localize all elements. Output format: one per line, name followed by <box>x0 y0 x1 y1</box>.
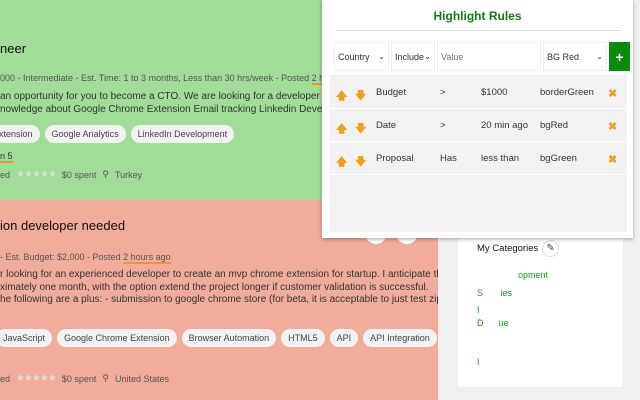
arrow-down-icon[interactable]: 🡇 <box>355 120 366 139</box>
rule-row: 🡅 🡇 Date > 20 min ago bgRed ✖ <box>330 110 627 142</box>
job-description: r looking for an experienced developer t… <box>0 269 438 307</box>
field-value: Country <box>338 51 370 62</box>
rule-field: Date <box>376 120 397 131</box>
client-spent: $0 spent <box>61 373 97 384</box>
client-info: ed ★★★★★ $0 spent ⚲ United States <box>0 373 169 384</box>
job-description: an opportunity for you to become a CTO. … <box>0 91 358 116</box>
desc-line: an opportunity for you to become a CTO. … <box>0 91 354 102</box>
chevron-down-icon: ⌄ <box>378 52 385 61</box>
rule-field: Budget <box>376 87 407 98</box>
skill-tag[interactable]: HTML5 <box>281 329 325 347</box>
client-location: Turkey <box>114 169 143 180</box>
proposals-count: n 5 <box>0 151 13 163</box>
categories-panel: My Categories ✎ opment S ies I D ue I <box>458 220 623 387</box>
style-value: BG Red <box>547 51 580 62</box>
rule-row: 🡅 🡇 Budget > $1000 borderGreen ✖ <box>330 77 627 109</box>
desc-line: ximately one month, with the option exte… <box>0 281 429 293</box>
job-title[interactable]: ion developer needed <box>0 218 125 233</box>
rule-style: bgRed <box>540 120 568 131</box>
rule-value: $1000 <box>481 87 508 98</box>
arrow-up-icon[interactable]: 🡅 <box>336 87 347 106</box>
skill-tag[interactable]: Google Analytics <box>44 125 126 143</box>
highlight-rules-popup: Highlight Rules Country⌄ Include⌄ BG Red… <box>322 0 633 238</box>
category-link[interactable]: opment <box>518 270 548 280</box>
location-pin-icon: ⚲ <box>102 169 109 179</box>
category-link[interactable]: I <box>477 357 480 367</box>
category-link[interactable]: I <box>477 305 480 315</box>
skill-tag[interactable]: JavaScript <box>0 329 53 347</box>
meta-text: - Est. Budget: $2,000 - Posted <box>0 252 124 262</box>
value-input[interactable] <box>437 42 541 71</box>
pencil-icon[interactable]: ✎ <box>542 240 560 257</box>
skill-tag[interactable]: API Integration <box>363 329 437 347</box>
delete-icon[interactable]: ✖ <box>608 153 617 166</box>
client-info: ed ★★★★★ $0 spent ⚲ Turkey <box>0 169 142 180</box>
arrow-up-icon[interactable]: 🡅 <box>336 153 347 172</box>
categories-header: My Categories ✎ <box>477 240 560 257</box>
payment-verified: ed <box>0 373 11 384</box>
chevron-down-icon: ⌄ <box>596 52 603 61</box>
rule-value: 20 min ago <box>481 120 529 131</box>
style-select[interactable]: BG Red ⌄ <box>543 42 607 71</box>
proposals: n 5 <box>0 151 13 163</box>
skill-tag[interactable]: LinkedIn Development <box>130 125 235 143</box>
arrow-down-icon[interactable]: 🡇 <box>355 87 366 106</box>
skill-tag[interactable]: Browser Automation <box>181 329 277 347</box>
desc-line: nowledge about Google Chrome Extension E… <box>0 103 358 115</box>
delete-icon[interactable]: ✖ <box>608 120 617 133</box>
arrow-up-icon[interactable]: 🡅 <box>336 120 347 139</box>
arrow-down-icon[interactable]: 🡇 <box>355 153 366 172</box>
rule-style: bgGreen <box>540 153 577 164</box>
rule-row: 🡅 🡇 Proposal Has less than bgGreen ✖ <box>330 143 627 175</box>
rule-form: Country⌄ Include⌄ BG Red⌄ + <box>334 42 630 71</box>
popup-title: Highlight Rules <box>433 9 522 23</box>
meta-text: 000 - Intermediate - Est. Time: 1 to 3 m… <box>0 73 312 83</box>
chevron-down-icon: ⌄ <box>424 52 431 61</box>
job-meta: - Est. Budget: $2,000 - Posted 2 hours a… <box>0 252 171 264</box>
add-rule-button[interactable]: + <box>609 42 630 71</box>
categories-title: My Categories <box>477 243 539 254</box>
delete-icon[interactable]: ✖ <box>608 87 617 100</box>
job-title[interactable]: neer <box>0 41 26 56</box>
divider <box>336 30 621 31</box>
client-location: United States <box>114 373 169 384</box>
rule-operator: Has <box>440 153 457 164</box>
skill-tag[interactable]: Google Chrome Extension <box>57 329 177 347</box>
location-pin-icon: ⚲ <box>102 373 109 383</box>
rule-operator: > <box>440 120 446 131</box>
desc-line: he following are a plus: - submission to… <box>0 294 438 305</box>
field-select[interactable]: Country ⌄ <box>334 42 389 71</box>
rules-list: 🡅 🡇 Budget > $1000 borderGreen ✖ 🡅 🡇 Date … <box>330 75 627 232</box>
rule-field: Proposal <box>376 153 414 164</box>
posted-time: 2 hours ago <box>123 252 171 264</box>
job-meta: 000 - Intermediate - Est. Time: 1 to 3 m… <box>0 73 360 85</box>
payment-verified: ed <box>0 169 11 180</box>
skill-tags: xtension Google Analytics LinkedIn Devel… <box>0 125 235 143</box>
category-link[interactable]: D ue <box>477 318 509 328</box>
skill-tag[interactable]: API <box>329 329 359 347</box>
rule-style: borderGreen <box>540 87 594 98</box>
rating-stars-icon: ★★★★★ <box>16 169 57 180</box>
operator-select[interactable]: Include ⌄ <box>391 42 435 71</box>
category-link[interactable]: S ies <box>477 288 512 298</box>
skill-tag[interactable]: xtension <box>0 125 40 143</box>
rule-operator: > <box>440 87 446 98</box>
operator-value: Include <box>395 51 425 62</box>
rating-stars-icon: ★★★★★ <box>16 373 57 384</box>
desc-line: r looking for an experienced developer t… <box>0 269 438 280</box>
skill-tags: JavaScript Google Chrome Extension Brows… <box>0 329 437 347</box>
client-spent: $0 spent <box>61 169 97 180</box>
rule-value: less than <box>481 153 520 164</box>
